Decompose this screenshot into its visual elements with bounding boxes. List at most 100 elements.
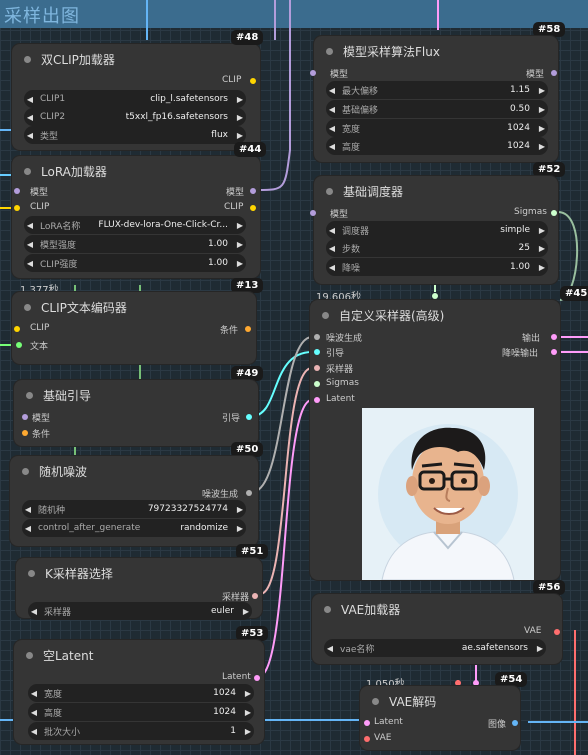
- decrement-arrow-icon[interactable]: ◀: [28, 708, 40, 717]
- collapse-dot-icon[interactable]: [24, 167, 31, 175]
- input-pin[interactable]: [14, 326, 20, 332]
- decrement-arrow-icon[interactable]: ◀: [28, 689, 40, 698]
- increment-arrow-icon[interactable]: ▶: [234, 524, 246, 533]
- input-pin[interactable]: [314, 334, 320, 340]
- increment-arrow-icon[interactable]: ▶: [242, 689, 254, 698]
- output-pin[interactable]: [250, 78, 256, 84]
- decrement-arrow-icon[interactable]: ◀: [24, 131, 36, 140]
- increment-arrow-icon[interactable]: ▶: [536, 244, 548, 253]
- collapse-dot-icon[interactable]: [324, 605, 331, 613]
- decrement-arrow-icon[interactable]: ◀: [22, 524, 34, 533]
- input-pin[interactable]: [310, 210, 316, 216]
- collapse-dot-icon[interactable]: [26, 651, 33, 659]
- widget-base-shift[interactable]: ◀ 基础偏移 0.50 ▶: [326, 100, 548, 118]
- input-pin[interactable]: [314, 397, 320, 403]
- increment-arrow-icon[interactable]: ▶: [234, 95, 246, 104]
- input-pin[interactable]: [14, 188, 20, 194]
- increment-arrow-icon[interactable]: ▶: [536, 105, 548, 114]
- preview-image[interactable]: [362, 408, 534, 581]
- input-pin[interactable]: [314, 349, 320, 355]
- input-pin[interactable]: [314, 381, 320, 387]
- input-pin[interactable]: [22, 430, 28, 436]
- increment-arrow-icon[interactable]: ▶: [242, 727, 254, 736]
- widget-lora-name[interactable]: ◀ LoRA名称 FLUX-dev-lora-One-Click-Cr... ▶: [24, 216, 246, 234]
- decrement-arrow-icon[interactable]: ◀: [28, 727, 40, 736]
- increment-arrow-icon[interactable]: ▶: [234, 131, 246, 140]
- collapse-dot-icon[interactable]: [326, 47, 333, 55]
- collapse-dot-icon[interactable]: [22, 467, 29, 475]
- increment-arrow-icon[interactable]: ▶: [240, 607, 252, 616]
- output-pin[interactable]: [554, 629, 560, 635]
- widget-sampler-name[interactable]: ◀ 采样器 euler ▶: [28, 602, 252, 620]
- collapse-dot-icon[interactable]: [322, 311, 329, 319]
- decrement-arrow-icon[interactable]: ◀: [24, 113, 36, 122]
- output-pin[interactable]: [551, 349, 557, 355]
- widget-vae-name[interactable]: ◀ vae名称 ae.safetensors ▶: [324, 639, 546, 657]
- collapse-dot-icon[interactable]: [326, 187, 333, 195]
- increment-arrow-icon[interactable]: ▶: [536, 226, 548, 235]
- decrement-arrow-icon[interactable]: ◀: [326, 263, 338, 272]
- decrement-arrow-icon[interactable]: ◀: [326, 124, 338, 133]
- widget-clip-strength[interactable]: ◀ CLIP强度 1.00 ▶: [24, 254, 246, 272]
- widget-height[interactable]: ◀ 高度 1024 ▶: [28, 703, 254, 721]
- input-pin[interactable]: [314, 365, 320, 371]
- decrement-arrow-icon[interactable]: ◀: [326, 226, 338, 235]
- decrement-arrow-icon[interactable]: ◀: [326, 86, 338, 95]
- widget-control-after-generate[interactable]: ◀ control_after_generate randomize ▶: [22, 519, 246, 537]
- increment-arrow-icon[interactable]: ▶: [536, 263, 548, 272]
- input-pin[interactable]: [364, 736, 370, 742]
- widget-seed[interactable]: ◀ 随机种 797233275247​74 ▶: [22, 500, 246, 518]
- decrement-arrow-icon[interactable]: ◀: [24, 221, 36, 230]
- output-pin[interactable]: [246, 414, 252, 420]
- decrement-arrow-icon[interactable]: ◀: [24, 240, 36, 249]
- input-pin[interactable]: [16, 342, 22, 348]
- output-pin[interactable]: [254, 675, 260, 681]
- widget-max-shift[interactable]: ◀ 最大偏移 1.15 ▶: [326, 81, 548, 99]
- increment-arrow-icon[interactable]: ▶: [234, 240, 246, 249]
- widget-scheduler[interactable]: ◀ 调度器 simple ▶: [326, 221, 548, 239]
- widget-batch-size[interactable]: ◀ 批次大小 1 ▶: [28, 722, 254, 740]
- decrement-arrow-icon[interactable]: ◀: [24, 95, 36, 104]
- sigmas-link-pin[interactable]: [432, 293, 438, 299]
- widget-ms-height[interactable]: ◀ 高度 1024 ▶: [326, 137, 548, 155]
- widget-clip1[interactable]: ◀ CLIP1 clip_l.safetensors ▶: [24, 90, 246, 108]
- widget-model-strength[interactable]: ◀ 模型强度 1.00 ▶: [24, 235, 246, 253]
- increment-arrow-icon[interactable]: ▶: [234, 113, 246, 122]
- output-pin[interactable]: [250, 188, 256, 194]
- widget-denoise[interactable]: ◀ 降噪 1.00 ▶: [326, 258, 548, 276]
- collapse-dot-icon[interactable]: [24, 303, 31, 311]
- widget-type[interactable]: ◀ 类型 flux ▶: [24, 126, 246, 144]
- collapse-dot-icon[interactable]: [24, 55, 31, 63]
- increment-arrow-icon[interactable]: ▶: [242, 708, 254, 717]
- output-pin[interactable]: [512, 720, 518, 726]
- decrement-arrow-icon[interactable]: ◀: [326, 105, 338, 114]
- collapse-dot-icon[interactable]: [28, 569, 35, 577]
- widget-ms-width[interactable]: ◀ 宽度 1024 ▶: [326, 119, 548, 137]
- decrement-arrow-icon[interactable]: ◀: [24, 259, 36, 268]
- input-pin[interactable]: [310, 70, 316, 76]
- collapse-dot-icon[interactable]: [26, 391, 33, 399]
- output-pin[interactable]: [551, 70, 557, 76]
- input-pin[interactable]: [14, 205, 20, 211]
- input-pin[interactable]: [22, 414, 28, 420]
- widget-width[interactable]: ◀ 宽度 1024 ▶: [28, 684, 254, 702]
- increment-arrow-icon[interactable]: ▶: [234, 259, 246, 268]
- increment-arrow-icon[interactable]: ▶: [234, 505, 246, 514]
- widget-clip2[interactable]: ◀ CLIP2 t5xxl_fp16.safetensors ▶: [24, 108, 246, 126]
- increment-arrow-icon[interactable]: ▶: [536, 142, 548, 151]
- output-pin[interactable]: [252, 593, 258, 599]
- output-pin[interactable]: [551, 210, 557, 216]
- output-pin[interactable]: [245, 326, 251, 332]
- decrement-arrow-icon[interactable]: ◀: [22, 505, 34, 514]
- output-pin[interactable]: [551, 334, 557, 340]
- increment-arrow-icon[interactable]: ▶: [234, 221, 246, 230]
- increment-arrow-icon[interactable]: ▶: [536, 124, 548, 133]
- output-pin[interactable]: [246, 490, 252, 496]
- increment-arrow-icon[interactable]: ▶: [536, 86, 548, 95]
- decrement-arrow-icon[interactable]: ◀: [324, 644, 336, 653]
- widget-steps[interactable]: ◀ 步数 25 ▶: [326, 239, 548, 257]
- decrement-arrow-icon[interactable]: ◀: [326, 142, 338, 151]
- output-pin[interactable]: [250, 205, 256, 211]
- collapse-dot-icon[interactable]: [372, 697, 379, 705]
- decrement-arrow-icon[interactable]: ◀: [28, 607, 40, 616]
